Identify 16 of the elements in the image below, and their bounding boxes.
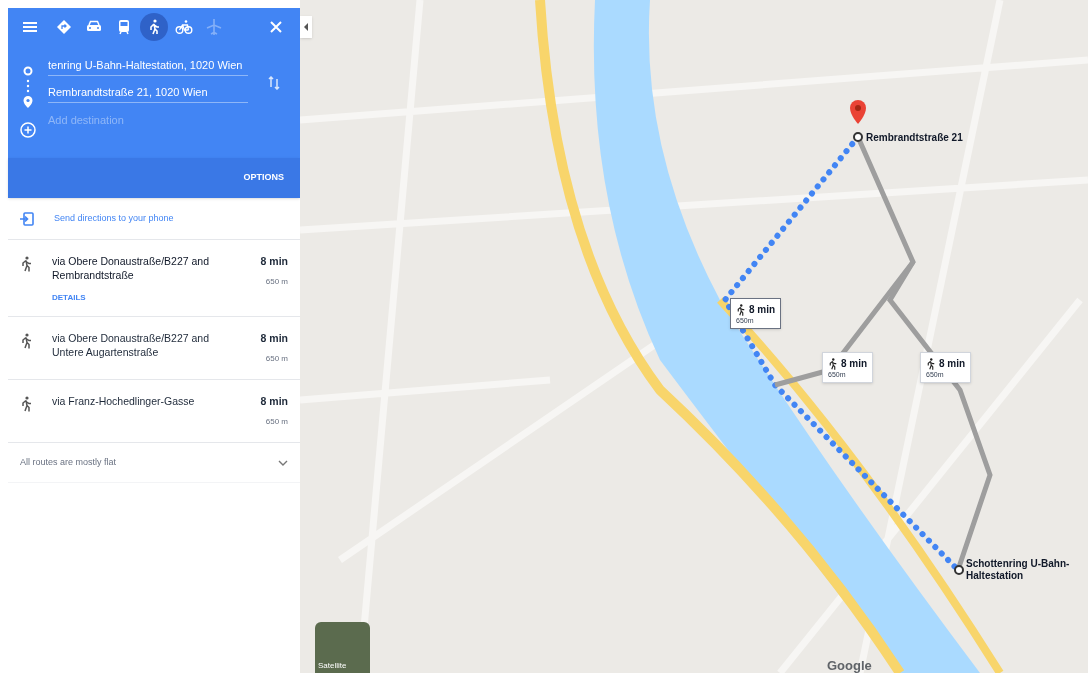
route-distance: 650 m: [265, 352, 288, 365]
callout-time: 8 min: [939, 357, 966, 371]
destination-label: Rembrandtstraße 21: [866, 131, 963, 145]
callout-time: 8 min: [841, 357, 868, 371]
route-time: 8 min: [260, 331, 288, 346]
route-description: via Franz-Hochedlinger-Gasse: [52, 394, 196, 408]
callout-time: 8 min: [749, 303, 776, 317]
route-distance: 650 m: [265, 275, 288, 288]
route-time: 8 min: [260, 254, 288, 269]
route-time: 8 min: [260, 394, 288, 409]
map-logo: Google: [827, 657, 872, 673]
elevation-note: All routes are mostly flat: [20, 455, 117, 469]
route-distance: 650 m: [265, 415, 288, 428]
route-description: via Obere Donaustraße/B227 and Untere Augartenstraße: [52, 331, 210, 359]
route-description: via Obere Donaustraße/B227 and Rembrandtstraße: [52, 254, 210, 282]
origin-label: Schottenring U-Bahn-Haltestation: [966, 558, 1070, 582]
